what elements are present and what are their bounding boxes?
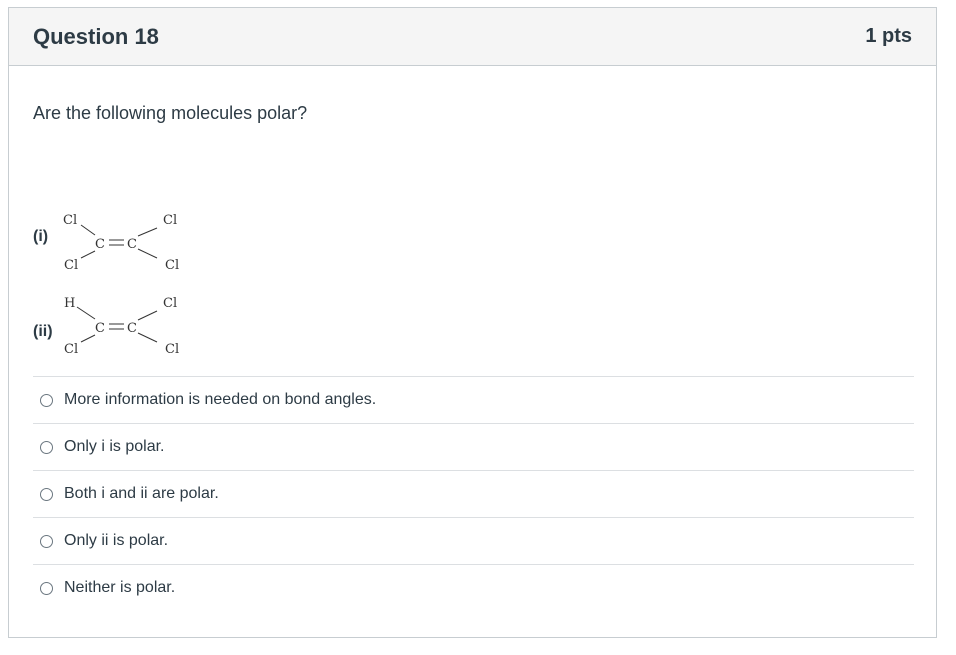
question-prompt: Are the following molecules polar?: [33, 103, 308, 123]
atom-bottom-right: Cl: [165, 342, 179, 357]
atom-left-carbon: C: [95, 237, 105, 252]
answer-option-4[interactable]: Only ii is polar.: [33, 517, 914, 564]
bond-top-left: [80, 224, 96, 236]
question-header: Question 18 1 pts: [9, 8, 936, 66]
atom-right-carbon: C: [127, 237, 137, 252]
bond-top-left: [76, 306, 96, 320]
answer-option-3[interactable]: Both i and ii are polar.: [33, 470, 914, 517]
radio-button[interactable]: [40, 534, 53, 548]
question-title: Question 18: [33, 23, 159, 49]
answer-label: More information is needed on bond angle…: [64, 391, 377, 408]
bond-top-right: [137, 310, 158, 321]
atom-top-left: H: [64, 296, 75, 311]
bond-bottom-left: [80, 250, 96, 259]
answer-label: Neither is polar.: [64, 579, 176, 596]
atom-left-carbon: C: [95, 321, 105, 336]
atom-top-left: Cl: [63, 213, 77, 228]
answer-label: Only ii is polar.: [64, 532, 169, 549]
bond-bottom-left: [80, 334, 96, 343]
radio-button[interactable]: [40, 581, 53, 595]
answer-label: Both i and ii are polar.: [64, 485, 219, 502]
atom-top-right: Cl: [163, 213, 177, 228]
radio-button[interactable]: [40, 487, 53, 501]
atom-top-right: Cl: [163, 296, 177, 311]
atom-bottom-left: Cl: [64, 342, 78, 357]
bond-bottom-right: [137, 248, 158, 259]
atom-bottom-left: Cl: [64, 258, 78, 273]
question-points: 1 pts: [865, 25, 912, 47]
radio-button[interactable]: [40, 440, 53, 454]
bond-bottom-right: [137, 332, 158, 343]
answer-option-2[interactable]: Only i is polar.: [33, 423, 914, 470]
atom-bottom-right: Cl: [165, 258, 179, 273]
molecule-structure: Cl Cl C C Cl Cl: [63, 213, 179, 273]
bond-top-right: [137, 227, 158, 237]
molecule-structure: H Cl C C Cl Cl: [64, 296, 179, 357]
answer-option-5[interactable]: Neither is polar.: [33, 564, 914, 611]
question-card: Question 18 1 pts Are the following mole…: [8, 7, 937, 638]
answer-list: More information is needed on bond angle…: [33, 376, 914, 611]
answer-label: Only i is polar.: [64, 438, 165, 455]
answer-option-1[interactable]: More information is needed on bond angle…: [33, 376, 914, 423]
radio-button[interactable]: [40, 393, 53, 407]
atom-right-carbon: C: [127, 321, 137, 336]
